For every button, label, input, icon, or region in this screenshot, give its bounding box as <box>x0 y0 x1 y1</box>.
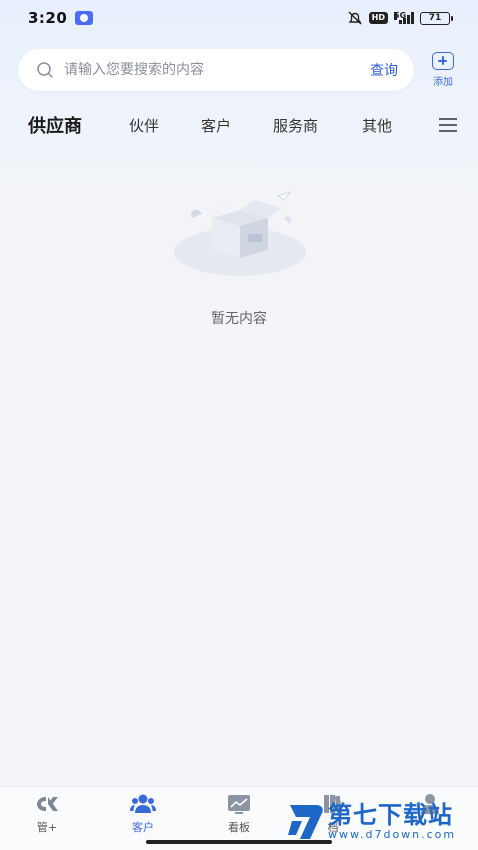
watermark-url: www.d7down.com <box>328 827 457 841</box>
nav-label: 看板 <box>228 821 250 834</box>
search-input[interactable] <box>64 62 370 78</box>
tab-supplier[interactable]: 供应商 <box>28 112 82 138</box>
logo-icon <box>37 797 58 811</box>
status-time: 3:20 <box>28 9 68 27</box>
add-icon <box>432 52 454 70</box>
nav-item-customer[interactable]: 客户 <box>113 793 173 835</box>
tab-customer[interactable]: 客户 <box>201 115 231 136</box>
tab-partner[interactable]: 伙伴 <box>129 115 159 136</box>
category-tabs: 供应商 伙伴 客户 服务商 其他 <box>28 110 460 140</box>
network-type: 5G <box>394 11 407 20</box>
battery-icon: 71 <box>420 11 453 25</box>
mute-icon <box>348 11 362 25</box>
users-icon <box>130 794 156 813</box>
add-label: 添加 <box>433 77 453 88</box>
status-bar: 3:20 HD 5G 71 <box>0 0 478 36</box>
menu-icon[interactable] <box>439 118 457 132</box>
search-box[interactable]: 查询 <box>18 49 414 91</box>
watermark-title: 第七下载站 <box>328 800 453 829</box>
nav-item-board[interactable]: 看板 <box>209 793 269 835</box>
signal-icon: 5G <box>394 12 414 24</box>
search-icon <box>37 62 53 78</box>
nav-label: 客户 <box>132 821 154 834</box>
status-indicators: HD 5G 71 <box>347 11 453 25</box>
empty-state-text: 暂无内容 <box>211 311 267 327</box>
watermark-logo-icon <box>288 805 323 839</box>
add-button[interactable]: 添加 <box>426 52 460 88</box>
hd-icon: HD <box>368 12 388 24</box>
empty-box-illustration <box>174 191 306 276</box>
chart-board-icon <box>228 795 250 814</box>
app-notification-icon <box>75 11 94 25</box>
watermark: 第七下载站 www.d7down.com <box>286 796 476 846</box>
tab-service-provider[interactable]: 服务商 <box>273 115 318 136</box>
query-button[interactable]: 查询 <box>370 60 398 80</box>
tab-other[interactable]: 其他 <box>362 115 392 136</box>
search-row: 查询 添加 <box>18 48 460 92</box>
watermark-text: 第七下载站 www.d7down.com <box>328 802 456 841</box>
nav-label: 管+ <box>36 821 58 834</box>
nav-item-guan[interactable]: 管+ <box>17 793 77 835</box>
